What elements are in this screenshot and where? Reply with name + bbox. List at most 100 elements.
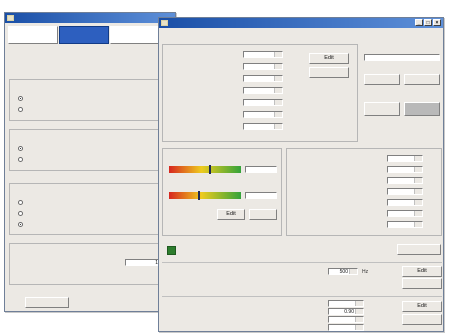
- start-button[interactable]: [364, 102, 400, 116]
- operation-field[interactable]: [243, 123, 283, 130]
- gain-row: [287, 166, 441, 177]
- radio-offset-none[interactable]: [18, 146, 23, 151]
- operation-field[interactable]: [243, 87, 283, 94]
- step-tab-1[interactable]: [8, 26, 58, 44]
- gain-row: [287, 199, 441, 210]
- maximize-icon[interactable]: □: [424, 19, 432, 26]
- step-tab-2[interactable]: [59, 26, 109, 44]
- status-display-1: [364, 54, 440, 61]
- spin-icon[interactable]: [274, 100, 282, 105]
- gain-field[interactable]: [387, 199, 423, 206]
- vibration-cancel-button[interactable]: [402, 314, 442, 325]
- window-titlebar: _ □ ×: [159, 18, 443, 28]
- radio-ptp[interactable]: [18, 96, 23, 101]
- adjust-check[interactable]: [167, 246, 176, 255]
- vibration-field[interactable]: 0.90: [328, 308, 364, 315]
- gain-row: [287, 221, 441, 232]
- close-icon[interactable]: ×: [433, 19, 441, 26]
- vibration-row: 0.90: [162, 308, 442, 316]
- app-icon: [161, 20, 168, 26]
- spin-icon[interactable]: [414, 178, 422, 183]
- gauge-1-thumb[interactable]: [208, 165, 211, 174]
- operation-field[interactable]: [243, 75, 283, 82]
- spin-icon[interactable]: [355, 325, 363, 330]
- servo-on-button[interactable]: [364, 74, 400, 85]
- gain-field[interactable]: [387, 155, 423, 162]
- gauge-1-value: [245, 166, 277, 173]
- frequency-cancel-button[interactable]: [402, 278, 442, 289]
- gauge-1-bar[interactable]: [169, 165, 241, 174]
- frequency-edit-button[interactable]: Edit: [402, 266, 442, 277]
- frequency-unit: Hz: [362, 269, 369, 275]
- operation-row: [163, 99, 357, 111]
- gain-field[interactable]: [387, 177, 423, 184]
- tuning-execution-window: _ □ × Edit Edit 500 Hz Edit 0.90 Edit: [158, 17, 444, 332]
- spin-icon[interactable]: [355, 309, 363, 314]
- spin-icon[interactable]: [355, 317, 363, 322]
- gain-row: [287, 210, 441, 221]
- spin-icon[interactable]: [414, 222, 422, 227]
- basic-edit-button[interactable]: Edit: [217, 209, 245, 220]
- group-rigidity: [9, 183, 175, 235]
- vibration-field[interactable]: [328, 324, 364, 331]
- vibration-edit-button[interactable]: Edit: [402, 301, 442, 312]
- servo-off-button[interactable]: [404, 74, 440, 85]
- spin-icon[interactable]: [414, 167, 422, 172]
- radio-rigidity-high[interactable]: [18, 200, 23, 205]
- window-titlebar: [5, 13, 175, 23]
- gauge-2-bar[interactable]: [169, 191, 241, 200]
- spin-icon[interactable]: [274, 124, 282, 129]
- spin-icon[interactable]: [274, 64, 282, 69]
- operation-row: [163, 123, 357, 135]
- spin-icon[interactable]: [274, 52, 282, 57]
- gain-field[interactable]: [387, 221, 423, 228]
- tuning-condition-window: 1.00: [4, 12, 176, 312]
- next-button[interactable]: [25, 297, 69, 308]
- radio-continuous[interactable]: [18, 107, 23, 112]
- group-control-gain: [286, 148, 442, 236]
- radio-offset-given[interactable]: [18, 157, 23, 162]
- operation-field[interactable]: [243, 51, 283, 58]
- minimize-icon[interactable]: _: [415, 19, 423, 26]
- gain-row: [287, 188, 441, 199]
- basic-cancel-button[interactable]: [249, 209, 277, 220]
- spin-icon[interactable]: [414, 211, 422, 216]
- spin-icon[interactable]: [355, 301, 363, 306]
- operation-field[interactable]: [243, 99, 283, 106]
- spin-icon[interactable]: [414, 200, 422, 205]
- gauge-2-value: [245, 192, 277, 199]
- app-icon: [7, 15, 14, 21]
- group-basic-adjustment: Edit: [162, 148, 282, 236]
- group-offset-load: [9, 129, 175, 171]
- spin-icon[interactable]: [274, 76, 282, 81]
- gain-field[interactable]: [387, 210, 423, 217]
- gain-row: [287, 177, 441, 188]
- group-accuracy: 1.00: [9, 243, 175, 285]
- operation-field[interactable]: [243, 63, 283, 70]
- radio-rigidity-low[interactable]: [18, 222, 23, 227]
- radio-rigidity-middle[interactable]: [18, 211, 23, 216]
- spin-icon[interactable]: [274, 112, 282, 117]
- gauge-2-thumb[interactable]: [197, 191, 200, 200]
- vibration-row: [162, 324, 442, 331]
- right-panel: [362, 44, 442, 142]
- operation-field[interactable]: [243, 111, 283, 118]
- frequency-row: 500 Hz Edit: [162, 262, 442, 289]
- operation-row: [163, 111, 357, 123]
- group-operation-condition: Edit: [162, 44, 358, 142]
- gain-field[interactable]: [387, 166, 423, 173]
- vibration-field[interactable]: [328, 316, 364, 323]
- vibration-row: [162, 300, 442, 308]
- spin-icon[interactable]: [414, 189, 422, 194]
- spin-icon[interactable]: [274, 88, 282, 93]
- gain-field[interactable]: [387, 188, 423, 195]
- operation-edit-button[interactable]: Edit: [309, 53, 349, 64]
- operation-cancel-button[interactable]: [309, 67, 349, 78]
- spin-icon[interactable]: [349, 269, 357, 274]
- frequency-field[interactable]: 500: [328, 268, 358, 275]
- vibration-section: 0.90 Edit: [162, 296, 442, 331]
- vibration-field[interactable]: [328, 300, 364, 307]
- operation-button[interactable]: [397, 244, 441, 255]
- spin-icon[interactable]: [414, 156, 422, 161]
- stop-button[interactable]: [404, 102, 440, 116]
